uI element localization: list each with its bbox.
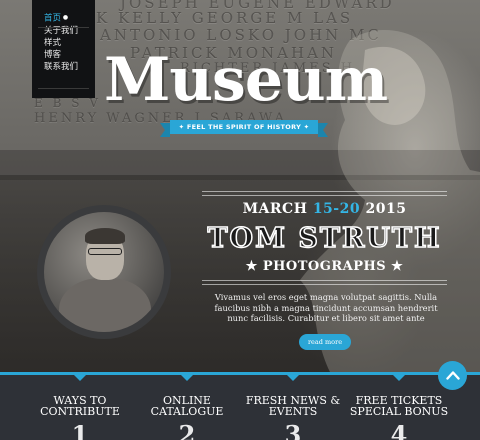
feature-notch [74, 375, 86, 381]
event-rule-bottom-2 [202, 284, 447, 285]
feature-number: 1 [71, 420, 89, 440]
event-date-year: 2015 [365, 201, 407, 217]
feature-number: 4 [390, 420, 408, 440]
read-more-button[interactable]: read more [299, 334, 351, 350]
artist-portrait [37, 205, 171, 339]
feature-notch [181, 375, 193, 381]
feature-title: FRESH NEWS & EVENTS [245, 394, 341, 418]
event-rule-top-2 [202, 195, 447, 196]
portrait-photo [44, 212, 164, 332]
event-date-month: MARCH [242, 201, 308, 217]
event-rule-top [202, 191, 447, 192]
event-date-range: 15-20 [312, 201, 361, 217]
event-artist: TOM STRUTH [207, 222, 442, 255]
feature-number: 3 [284, 420, 302, 440]
feature-title: WAYS TO CONTRIBUTE [40, 394, 120, 418]
features-band: WAYS TO CONTRIBUTE 1 ONLINE CATALOGUE 2 … [0, 372, 480, 440]
portrait-body [59, 278, 151, 332]
feature-catalogue[interactable]: ONLINE CATALOGUE 2 [134, 375, 240, 440]
feature-notch [393, 375, 405, 381]
event-description: Vivamus vel eros eget magna volutpat sag… [214, 292, 438, 323]
feature-title: FREE TICKETS SPECIAL BONUS [349, 394, 449, 418]
nav-item-contact[interactable]: 联系我们 [44, 61, 95, 73]
back-to-top-button[interactable] [438, 361, 467, 390]
portrait-glasses [88, 248, 122, 255]
nav-item-blog[interactable]: 博客 [44, 49, 95, 61]
feature-tickets[interactable]: FREE TICKETS SPECIAL BONUS 4 [346, 375, 452, 440]
feature-title: ONLINE CATALOGUE [150, 394, 224, 418]
portrait-hair [85, 228, 125, 244]
feature-number: 2 [178, 420, 196, 440]
event-date: MARCH 15-20 2015 [202, 201, 447, 217]
nav-divider [38, 27, 89, 28]
feature-news[interactable]: FRESH NEWS & EVENTS 3 [240, 375, 346, 440]
feature-notch [287, 375, 299, 381]
event-rule-bottom [202, 280, 447, 281]
nav-item-home[interactable]: 首页 [44, 12, 95, 25]
nav-divider-bottom [38, 88, 89, 89]
nav-item-styles[interactable]: 样式 [44, 37, 95, 49]
event-subtitle: ★ PHOTOGRAPHS ★ [245, 259, 404, 274]
main-nav: 首页 关于我们 样式 博客 联系我们 [32, 0, 95, 98]
feature-contribute[interactable]: WAYS TO CONTRIBUTE 1 [27, 375, 133, 440]
tagline-ribbon: ✦ FEEL THE SPIRIT OF HISTORY ✦ [160, 120, 328, 137]
site-logo[interactable]: Museum [104, 50, 388, 110]
chevron-up-icon [445, 371, 460, 380]
